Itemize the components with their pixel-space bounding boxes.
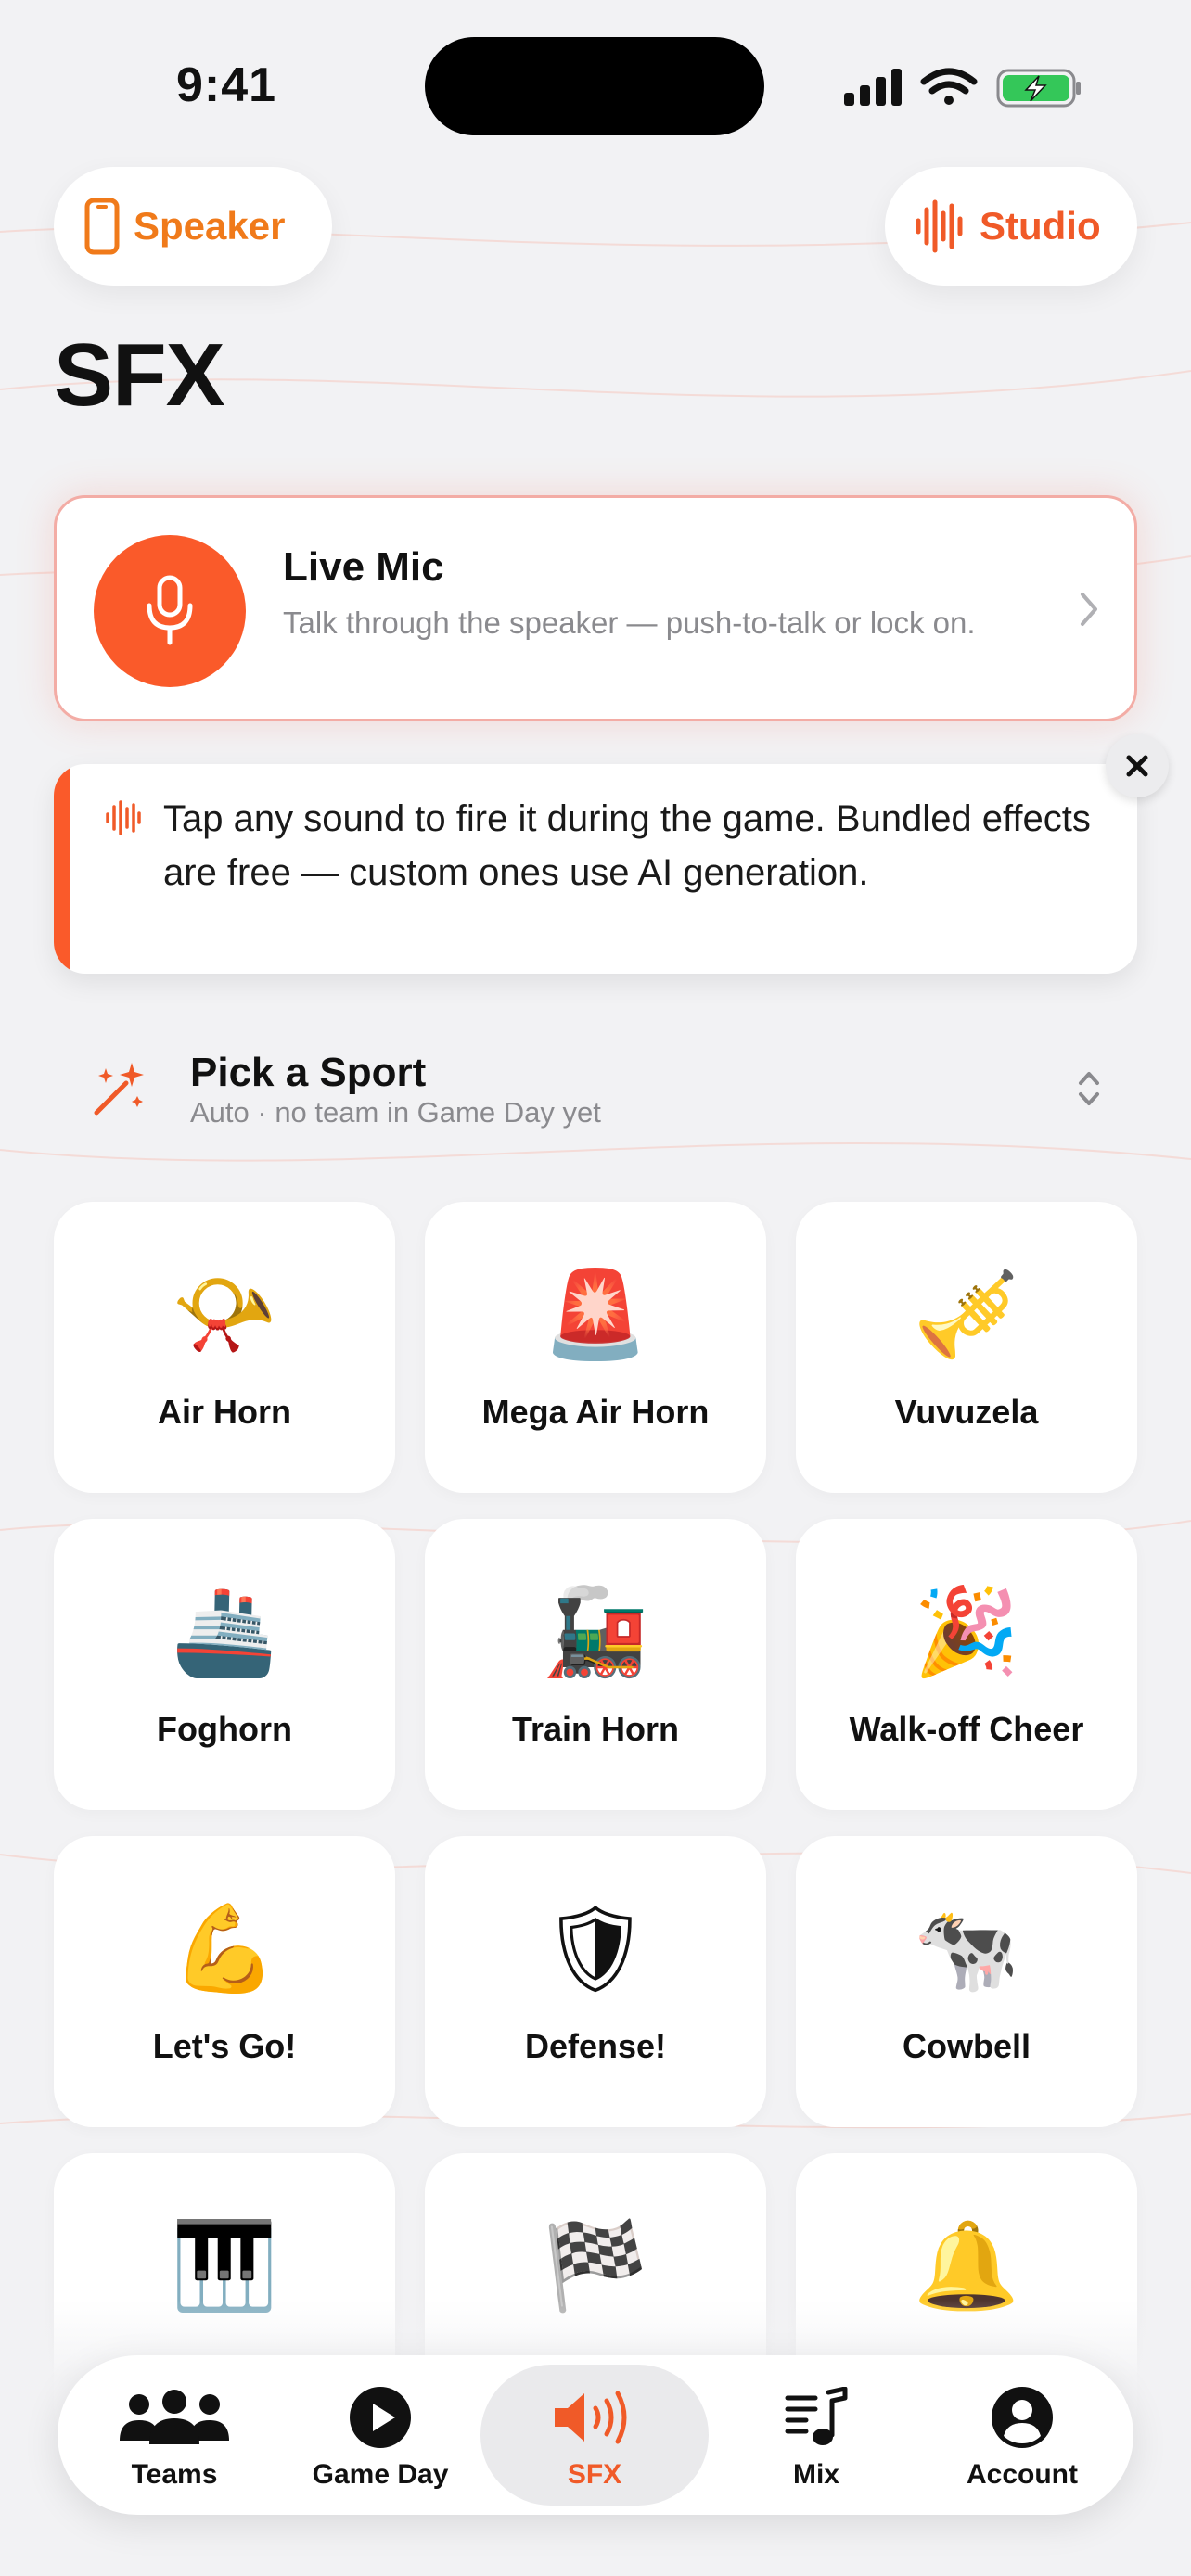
tip-banner: Tap any sound to fire it during the game…	[54, 764, 1137, 974]
tab-teams[interactable]: Teams	[67, 2355, 282, 2515]
dismiss-tip-button[interactable]	[1106, 734, 1169, 797]
live-mic-title: Live Mic	[283, 544, 444, 590]
cellular-signal-icon	[844, 69, 902, 106]
sound-label: Defense!	[524, 2027, 667, 2065]
people-icon	[120, 2390, 229, 2444]
phone-icon	[84, 198, 120, 255]
sound-tile-train-horn[interactable]: 🚂 Train Horn	[425, 1519, 766, 1810]
chevron-right-icon	[1081, 593, 1097, 626]
ship-icon: 🚢	[171, 1582, 278, 1681]
status-time: 9:41	[176, 58, 277, 112]
tab-label: Mix	[792, 2459, 839, 2490]
sound-label: Vuvuzela	[894, 1393, 1039, 1431]
cow-icon: 🐄	[913, 1899, 1020, 1998]
speaker-button[interactable]: Speaker	[54, 167, 332, 286]
wifi-icon	[920, 68, 978, 105]
sound-tile-cowbell[interactable]: 🐄 Cowbell	[796, 1836, 1137, 2127]
tab-bar: Teams Game Day SFX Mix Account	[58, 2355, 1133, 2515]
status-icons	[842, 61, 1083, 113]
tab-game-day[interactable]: Game Day	[273, 2355, 488, 2515]
sound-label: Cowbell	[902, 2027, 1031, 2065]
tab-label: SFX	[567, 2459, 622, 2490]
dynamic-island	[425, 37, 764, 135]
sound-label: Walk-off Cheer	[849, 1710, 1084, 1748]
sound-tile-defense[interactable]: 🛡 Defense!	[425, 1836, 766, 2127]
speaker-icon	[555, 2391, 627, 2444]
tab-sfx[interactable]: SFX	[480, 2355, 709, 2515]
speaker-button-label: Speaker	[134, 204, 286, 248]
siren-icon: 🚨	[542, 1265, 649, 1364]
microphone-icon	[147, 575, 193, 645]
microphone-button[interactable]	[94, 535, 246, 687]
waveform-icon	[106, 800, 141, 835]
shield-icon: 🛡	[541, 1899, 650, 1998]
sport-picker[interactable]: Pick a Sport Auto · no team in Game Day …	[54, 1039, 1137, 1150]
sound-tile-lets-go[interactable]: 💪 Let's Go!	[54, 1836, 395, 2127]
live-mic-card[interactable]: Live Mic Talk through the speaker — push…	[54, 495, 1137, 721]
sound-tile-vuvuzela[interactable]: 🎺 Vuvuzela	[796, 1202, 1137, 1493]
locomotive-icon: 🚂	[542, 1582, 649, 1681]
sound-tile-air-horn[interactable]: 📯 Air Horn	[54, 1202, 395, 1493]
waveform-icon	[916, 199, 963, 253]
tip-text: Tap any sound to fire it during the game…	[163, 798, 1091, 893]
flexed-biceps-icon: 💪	[171, 1899, 278, 1998]
close-icon	[1126, 755, 1148, 777]
tab-account[interactable]: Account	[915, 2355, 1130, 2515]
sound-label: Foghorn	[157, 1710, 292, 1748]
magic-wand-icon	[94, 1063, 144, 1116]
sport-picker-subtitle: Auto · no team in Game Day yet	[190, 1096, 601, 1129]
sport-picker-title: Pick a Sport	[190, 1050, 427, 1095]
sound-tile-mega-air-horn[interactable]: 🚨 Mega Air Horn	[425, 1202, 766, 1493]
tab-label: Account	[967, 2459, 1078, 2490]
music-list-icon	[785, 2387, 848, 2445]
play-circle-icon	[350, 2387, 411, 2448]
sound-label: Train Horn	[511, 1710, 680, 1748]
tab-label: Game Day	[312, 2459, 449, 2490]
party-popper-icon: 🎉	[913, 1582, 1020, 1681]
person-circle-icon	[992, 2387, 1053, 2448]
tip-accent-bar	[54, 764, 70, 974]
post-horn-icon: 📯	[171, 1265, 278, 1364]
battery-icon	[996, 69, 1081, 108]
sound-label: Mega Air Horn	[481, 1393, 710, 1431]
studio-button[interactable]: Studio	[885, 167, 1137, 286]
sound-label: Air Horn	[158, 1393, 291, 1431]
studio-button-label: Studio	[980, 204, 1101, 248]
page-title: SFX	[54, 325, 225, 425]
chevron-up-down-icon	[1079, 1072, 1099, 1105]
sound-tile-foghorn[interactable]: 🚢 Foghorn	[54, 1519, 395, 1810]
sound-label: Let's Go!	[152, 2027, 297, 2065]
live-mic-subtitle: Talk through the speaker — push-to-talk …	[283, 606, 976, 640]
tab-label: Teams	[131, 2459, 218, 2490]
sound-tile-walk-off-cheer[interactable]: 🎉 Walk-off Cheer	[796, 1519, 1137, 1810]
trumpet-icon: 🎺	[913, 1265, 1020, 1364]
tab-mix[interactable]: Mix	[709, 2355, 924, 2515]
